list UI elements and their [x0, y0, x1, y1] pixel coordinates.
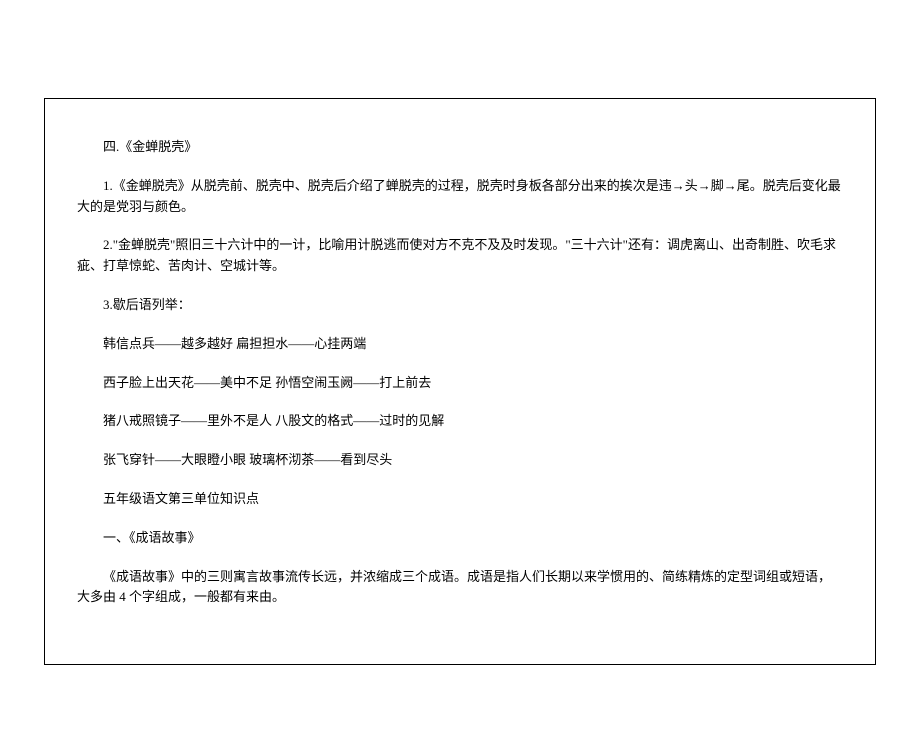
xiehouyu-line-1: 韩信点兵——越多越好 扁担担水——心挂两端: [77, 334, 843, 355]
paragraph-3: 3.歇后语列举：: [77, 295, 843, 316]
paragraph-2: 2."金蝉脱壳"照旧三十六计中的一计，比喻用计脱逃而使对方不克不及及时发现。"三…: [77, 235, 843, 277]
document-page: 四.《金蝉脱壳》 1.《金蝉脱壳》从脱壳前、脱壳中、脱壳后介绍了蝉脱壳的过程，脱…: [44, 98, 876, 665]
paragraph-chengyu: 《成语故事》中的三则寓言故事流传长远，并浓缩成三个成语。成语是指人们长期以来学惯…: [77, 567, 843, 609]
paragraph-1: 1.《金蝉脱壳》从脱壳前、脱壳中、脱壳后介绍了蝉脱壳的过程，脱壳时身板各部分出来…: [77, 176, 843, 218]
section-heading-1: 一、《成语故事》: [77, 528, 843, 549]
xiehouyu-line-4: 张飞穿针——大眼瞪小眼 玻璃杯沏茶——看到尽头: [77, 450, 843, 471]
unit-heading: 五年级语文第三单位知识点: [77, 489, 843, 510]
xiehouyu-line-2: 西子脸上出天花——美中不足 孙悟空闹玉阙——打上前去: [77, 373, 843, 394]
xiehouyu-line-3: 猪八戒照镜子——里外不是人 八股文的格式——过时的见解: [77, 411, 843, 432]
section-heading-4: 四.《金蝉脱壳》: [77, 137, 843, 158]
